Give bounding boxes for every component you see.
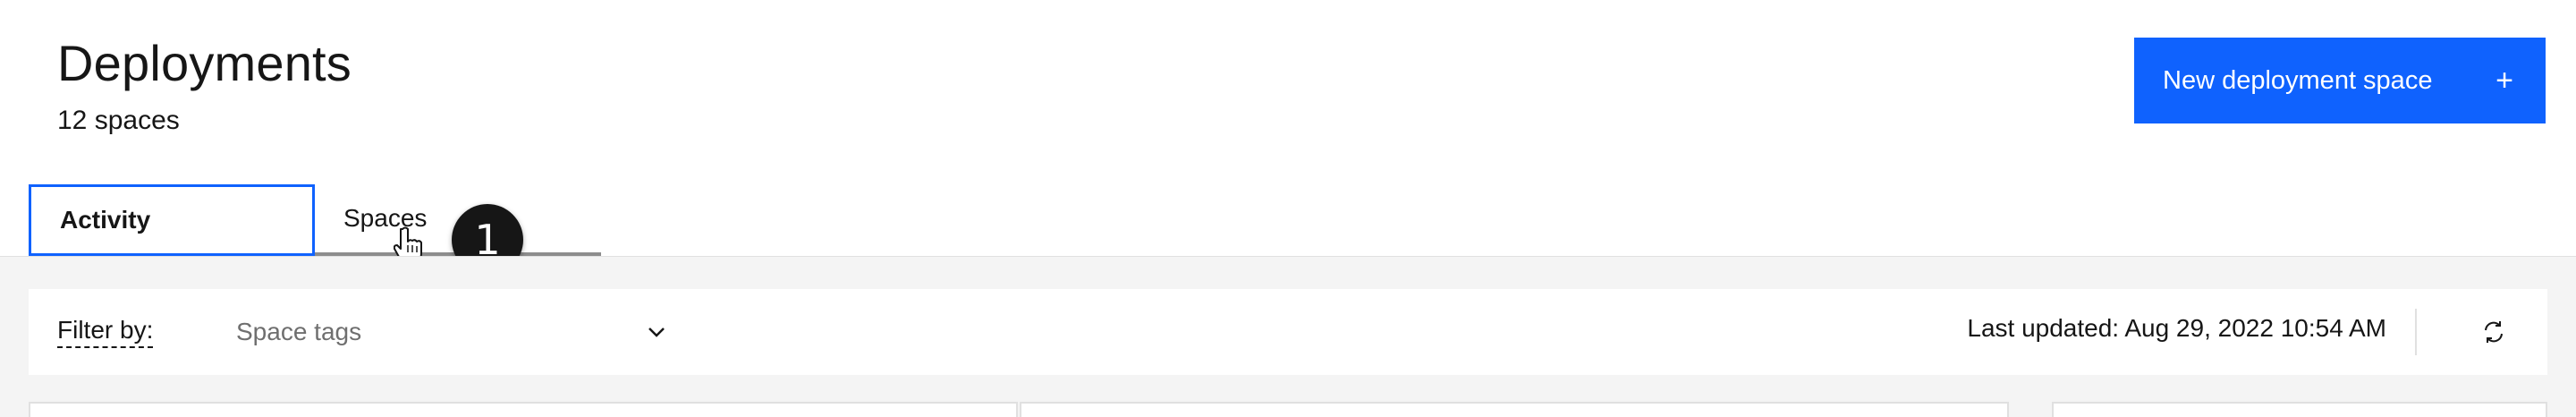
page-title: Deployments xyxy=(57,35,352,91)
filter-label: Filter by: xyxy=(57,316,154,348)
toolbar-divider xyxy=(2415,309,2417,355)
space-count: 12 spaces xyxy=(57,106,180,135)
activity-cards xyxy=(29,402,2547,417)
space-tags-placeholder: Space tags xyxy=(236,318,362,345)
refresh-button[interactable] xyxy=(2469,307,2519,357)
page-header: Deployments 12 spaces New deployment spa… xyxy=(0,0,2576,276)
new-deployment-space-button[interactable]: New deployment space + xyxy=(2134,38,2546,123)
activity-card xyxy=(1020,402,2009,417)
plus-icon: + xyxy=(2496,63,2513,98)
main-content: Filter by: Space tags Last updated: Aug … xyxy=(0,256,2576,417)
activity-card xyxy=(29,402,1018,417)
last-updated-text: Last updated: Aug 29, 2022 10:54 AM xyxy=(1967,314,2386,342)
tab-activity-label: Activity xyxy=(60,206,151,234)
new-deployment-space-label: New deployment space xyxy=(2163,65,2433,95)
chevron-down-icon xyxy=(648,328,665,337)
refresh-icon xyxy=(2485,321,2503,343)
filter-toolbar: Filter by: Space tags Last updated: Aug … xyxy=(29,289,2547,375)
space-tags-dropdown[interactable]: Space tags xyxy=(222,307,669,357)
tab-activity[interactable]: Activity xyxy=(29,184,315,256)
activity-card xyxy=(2052,402,2547,417)
